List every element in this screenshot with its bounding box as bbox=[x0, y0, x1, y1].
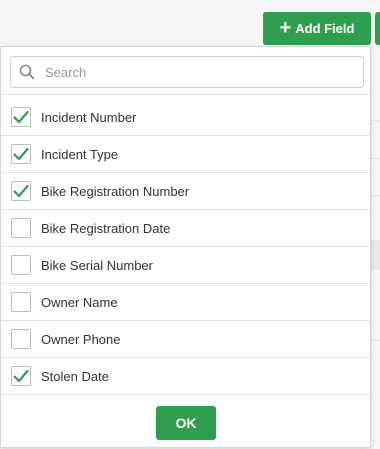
field-item-label: Bike Registration Number bbox=[41, 183, 190, 199]
check-icon bbox=[13, 110, 29, 124]
check-icon bbox=[13, 147, 29, 161]
field-item-label: Bike Registration Date bbox=[41, 220, 171, 236]
field-item-label: Incident Type bbox=[41, 146, 119, 162]
divider bbox=[370, 195, 380, 196]
divider bbox=[1, 94, 370, 95]
field-item-incident-number[interactable]: Incident Number bbox=[1, 99, 370, 136]
checkbox[interactable] bbox=[11, 366, 31, 386]
table-header-edge bbox=[370, 240, 380, 270]
field-item-incident-type[interactable]: Incident Type bbox=[1, 136, 370, 173]
field-item-owner-name[interactable]: Owner Name bbox=[1, 284, 370, 321]
next-button-edge[interactable] bbox=[375, 12, 380, 45]
ok-button[interactable]: OK bbox=[156, 406, 216, 440]
field-item-bike-registration-number[interactable]: Bike Registration Number bbox=[1, 173, 370, 210]
field-item-label: Owner Name bbox=[41, 294, 118, 310]
field-list: Incident Number Incident Type Bike Regis… bbox=[1, 99, 370, 395]
check-icon bbox=[13, 369, 29, 383]
search-icon bbox=[19, 64, 35, 80]
divider bbox=[370, 158, 380, 159]
checkbox[interactable] bbox=[11, 107, 31, 127]
field-item-owner-phone[interactable]: Owner Phone bbox=[1, 321, 370, 358]
check-icon bbox=[13, 184, 29, 198]
checkbox[interactable] bbox=[11, 292, 31, 312]
checkbox[interactable] bbox=[11, 181, 31, 201]
checkbox[interactable] bbox=[11, 329, 31, 349]
add-field-button[interactable]: + Add Field bbox=[263, 12, 371, 45]
field-item-bike-serial-number[interactable]: Bike Serial Number bbox=[1, 247, 370, 284]
field-item-bike-registration-date[interactable]: Bike Registration Date bbox=[1, 210, 370, 247]
divider bbox=[370, 340, 380, 341]
field-item-label: Stolen Date bbox=[41, 368, 109, 384]
divider bbox=[370, 120, 380, 121]
checkbox[interactable] bbox=[11, 218, 31, 238]
checkbox[interactable] bbox=[11, 144, 31, 164]
search-input[interactable] bbox=[43, 58, 363, 86]
add-field-label: Add Field bbox=[295, 21, 355, 36]
plus-icon: + bbox=[279, 16, 292, 39]
field-item-label: Incident Number bbox=[41, 109, 137, 125]
checkbox[interactable] bbox=[11, 255, 31, 275]
field-picker-panel: Incident Number Incident Type Bike Regis… bbox=[0, 46, 371, 448]
field-item-stolen-date[interactable]: Stolen Date bbox=[1, 358, 370, 395]
field-item-label: Bike Serial Number bbox=[41, 257, 153, 273]
field-item-label: Owner Phone bbox=[41, 331, 121, 347]
search-box[interactable] bbox=[10, 56, 364, 88]
